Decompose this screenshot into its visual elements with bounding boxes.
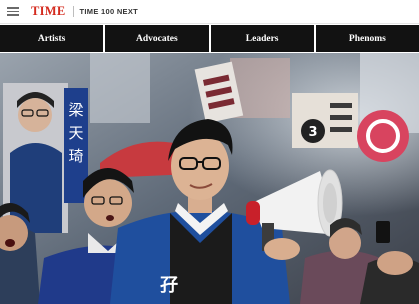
hero-photo-illustration: 梁 天 琦 3 孖 <box>0 53 419 304</box>
time-logo[interactable]: TIME <box>31 4 66 19</box>
sign-char-3: 琦 <box>68 147 83 165</box>
header-divider <box>72 6 74 17</box>
top-bar: TIME TIME 100 NEXT <box>0 0 419 24</box>
placard-number: 3 <box>308 125 317 140</box>
page: TIME TIME 100 NEXT Artists Advocates Lea… <box>0 0 419 304</box>
tab-phenoms[interactable]: Phenoms <box>315 25 419 52</box>
time-100-next-label[interactable]: TIME 100 NEXT <box>80 7 139 16</box>
sign-char-2: 天 <box>68 124 83 142</box>
category-nav: Artists Advocates Leaders Phenoms <box>0 25 419 52</box>
jacket-logo: 孖 <box>160 275 178 296</box>
tab-leaders[interactable]: Leaders <box>210 25 314 52</box>
tab-artists[interactable]: Artists <box>0 25 104 52</box>
tab-advocates[interactable]: Advocates <box>105 25 209 52</box>
hero-photo: 梁 天 琦 3 孖 <box>0 53 419 304</box>
pink-round-sign <box>357 110 409 162</box>
hamburger-menu-icon[interactable] <box>7 7 19 16</box>
sign-char-1: 梁 <box>68 101 83 119</box>
placard-right: 3 <box>292 93 358 148</box>
